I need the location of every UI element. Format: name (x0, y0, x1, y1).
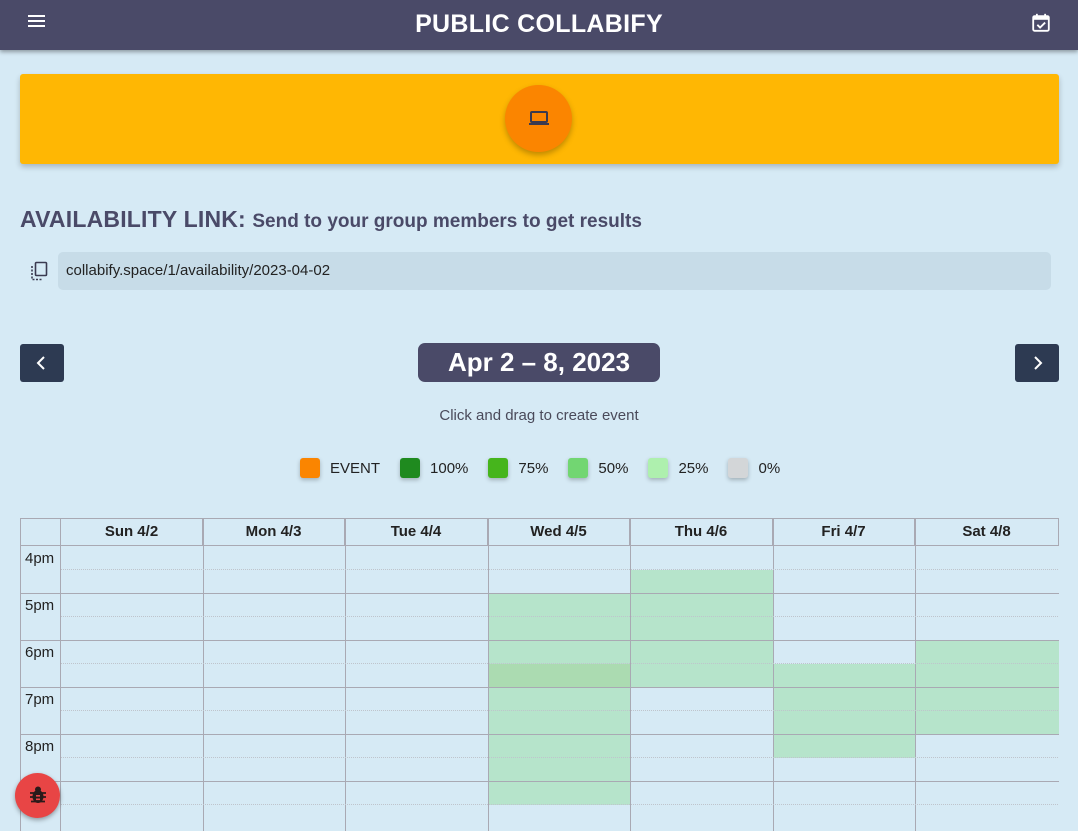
time-label: 5pm (25, 597, 55, 614)
create-event-hint: Click and drag to create event (439, 407, 639, 424)
chevron-right-icon (1034, 356, 1043, 370)
half-hour-line (61, 710, 1059, 711)
hour-line (21, 687, 1059, 688)
availability-heading-subtitle: Send to your group members to get result… (252, 211, 642, 232)
half-hour-line (61, 804, 1059, 805)
day-header: Tue 4/4 (345, 519, 488, 546)
laptop-button[interactable] (505, 85, 572, 152)
availability-legend: EVENT 100% 75% 50% 25% 0% (300, 458, 800, 478)
hour-line (21, 734, 1059, 735)
day-header: Fri 4/7 (773, 519, 915, 546)
day-header: Wed 4/5 (488, 519, 630, 546)
day-column-divider (203, 519, 204, 831)
time-label: 4pm (25, 550, 55, 567)
legend-swatch (300, 458, 320, 478)
legend-label: 50% (598, 459, 629, 477)
hour-line (21, 593, 1059, 594)
next-week-button[interactable] (1015, 344, 1059, 382)
hour-line (21, 640, 1059, 641)
half-hour-line (61, 757, 1059, 758)
availability-block[interactable] (489, 663, 630, 687)
chevron-left-icon (36, 356, 45, 370)
legend-swatch (728, 458, 749, 478)
legend-item: EVENT (300, 458, 380, 478)
hero-banner (20, 74, 1059, 164)
availability-block[interactable] (631, 569, 773, 687)
legend-item: 0% (728, 458, 780, 478)
availability-link-field[interactable]: collabify.space/1/availability/2023-04-0… (58, 252, 1051, 290)
copy-icon[interactable] (29, 261, 49, 281)
legend-item: 75% (488, 458, 548, 478)
hour-line (21, 781, 1059, 782)
app-title: PUBLIC COLLABIFY (415, 10, 663, 38)
legend-swatch (400, 458, 421, 478)
legend-label: EVENT (330, 459, 381, 477)
legend-label: 100% (430, 459, 469, 477)
day-column-divider (345, 519, 346, 831)
legend-swatch (568, 458, 589, 478)
bug-icon (30, 786, 46, 803)
legend-label: 75% (518, 459, 549, 477)
laptop-icon (529, 111, 549, 125)
legend-item: 50% (568, 458, 628, 478)
time-label: 7pm (25, 691, 55, 708)
top-app-bar: PUBLIC COLLABIFY (0, 0, 1078, 50)
previous-week-button[interactable] (20, 344, 64, 382)
report-bug-button[interactable] (15, 773, 60, 818)
availability-heading: AVAILABILITY LINK: Send to your group me… (20, 206, 642, 233)
legend-swatch (648, 458, 669, 478)
availability-heading-title: AVAILABILITY LINK: (20, 206, 246, 232)
week-range-label: Apr 2 – 8, 2023 (418, 343, 660, 382)
legend-label: 25% (678, 459, 709, 477)
week-calendar-grid[interactable]: 4pm 5pm 6pm 7pm 8pm Sun 4/2 Mon 4/3 Tue 4/4 Wed… (20, 518, 1059, 831)
legend-item: 100% (400, 458, 468, 478)
half-hour-line (61, 663, 1059, 664)
availability-block[interactable] (489, 593, 630, 805)
day-header: Sat 4/8 (915, 519, 1059, 546)
half-hour-line (61, 569, 1059, 570)
day-header: Mon 4/3 (203, 519, 345, 546)
time-label: 8pm (25, 738, 55, 755)
legend-label: 0% (758, 459, 781, 477)
day-header: Thu 4/6 (630, 519, 773, 546)
calendar-corner (21, 519, 61, 546)
half-hour-line (61, 616, 1059, 617)
calendar-check-icon[interactable] (1030, 12, 1052, 34)
legend-swatch (488, 458, 509, 478)
time-label: 6pm (25, 644, 55, 661)
legend-item: 25% (648, 458, 708, 478)
day-header: Sun 4/2 (61, 519, 203, 546)
